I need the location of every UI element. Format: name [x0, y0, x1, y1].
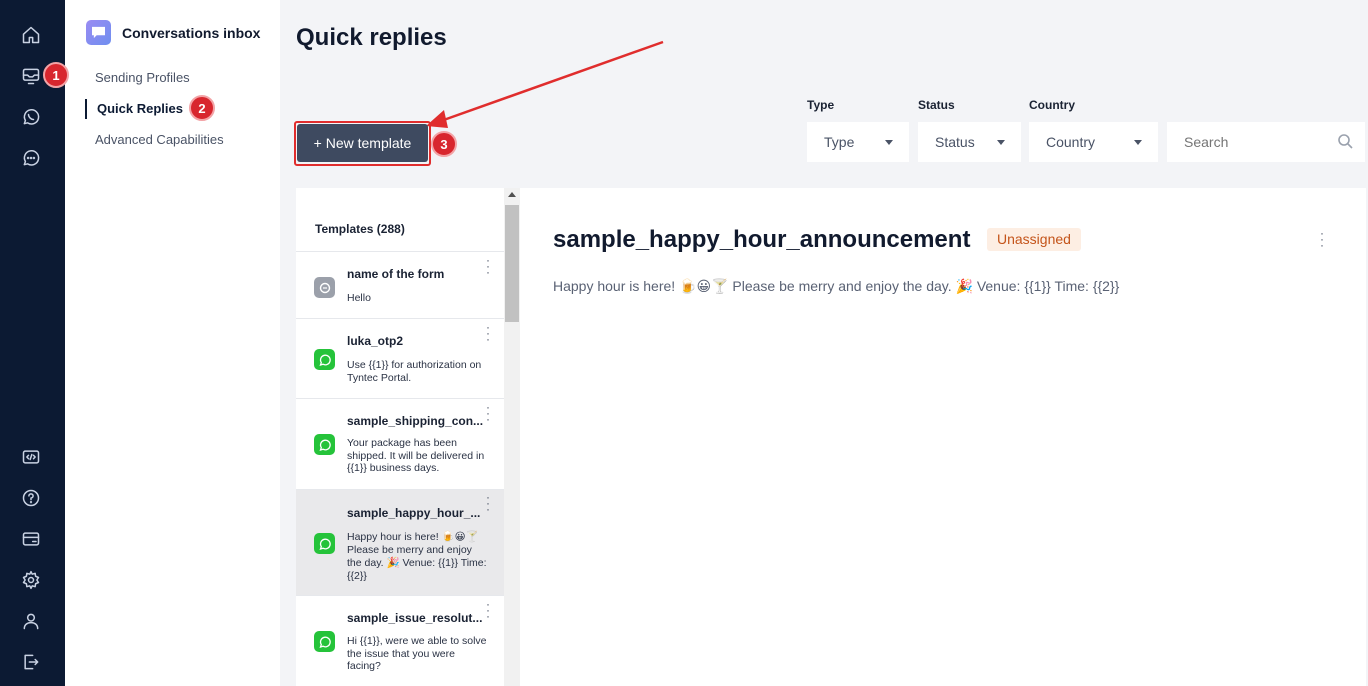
country-filter-label: Country [1029, 98, 1075, 112]
template-detail-body: Happy hour is here! 🍺😀🍸 Please be merry … [553, 278, 1120, 294]
template-preview: Your package has been shipped. It will b… [347, 437, 489, 475]
status-badge: Unassigned [987, 228, 1081, 251]
chevron-down-icon [885, 140, 893, 145]
conversations-logo-icon [86, 20, 111, 45]
template-preview-line: shipped. It will be delivered in [347, 449, 485, 462]
template-preview-line: Hi {{1}}, were we able to solve [347, 635, 487, 647]
annotation-badge-2: 2 [189, 95, 215, 121]
whatsapp-icon [314, 631, 335, 652]
annotation-badge-3: 3 [431, 131, 457, 157]
more-options-icon[interactable]: · · · [1318, 227, 1326, 251]
template-name: sample_issue_resolut... [347, 611, 483, 625]
icon-rail [0, 0, 65, 686]
subnav-item-sending-profiles[interactable]: Sending Profiles [85, 68, 190, 88]
chat-icon[interactable] [19, 146, 43, 170]
list-item[interactable]: · · · luka_otp2 Use {{1}} for authorizatio… [296, 320, 504, 399]
subnav-header: Conversations inbox [86, 20, 260, 45]
chevron-down-icon [997, 140, 1005, 145]
template-detail-title: sample_happy_hour_announcement [553, 226, 971, 253]
template-preview-line: Happy hour is here! 🍺😀🍸 [347, 531, 479, 543]
templates-list: Templates (288) · · · name of the form Hel… [296, 188, 504, 686]
templates-count: Templates (288) [315, 222, 405, 236]
template-preview-line: Tyntec Portal. [347, 371, 412, 384]
type-select[interactable]: Type [807, 122, 909, 162]
subnav-item-advanced-capabilities[interactable]: Advanced Capabilities [85, 130, 224, 150]
templates-list-header: Templates (288) [296, 188, 504, 252]
form-icon [314, 277, 335, 298]
secondary-nav: Conversations inbox Sending Profiles Qui… [65, 0, 280, 686]
template-detail-panel: sample_happy_hour_announcement Unassigne… [520, 188, 1366, 686]
list-item[interactable]: · · · sample_issue_resolut... Hi {{1}}, we… [296, 597, 504, 686]
template-preview-line: facing? [347, 660, 381, 672]
list-scrollbar[interactable] [504, 188, 520, 686]
billing-icon[interactable] [19, 527, 43, 551]
inbox-icon[interactable] [19, 64, 43, 88]
new-template-button[interactable]: + New template [297, 124, 428, 162]
template-preview-line: Your package has been [347, 437, 457, 449]
search-input[interactable] [1167, 122, 1365, 162]
whatsapp-icon[interactable] [19, 105, 43, 129]
type-select-value: Type [824, 134, 855, 150]
list-item[interactable]: · · · name of the form Hello [296, 253, 504, 319]
template-preview-line: {{2}} [347, 570, 367, 582]
template-name: name of the form [347, 267, 445, 281]
logout-icon[interactable] [19, 650, 43, 674]
help-icon[interactable] [19, 486, 43, 510]
template-preview: Use {{1}} for authorization on Tyntec Po… [347, 359, 489, 384]
template-name: sample_happy_hour_... [347, 506, 481, 520]
chevron-down-icon [1134, 140, 1142, 145]
whatsapp-icon [314, 349, 335, 370]
search-icon[interactable] [1337, 133, 1355, 151]
subnav-item-quick-replies[interactable]: Quick Replies [85, 99, 183, 119]
list-item[interactable]: · · · sample_shipping_con... Your package … [296, 400, 504, 490]
type-filter-label: Type [807, 98, 835, 112]
template-preview-line: Use {{1}} for authorization on [347, 359, 482, 371]
user-icon[interactable] [19, 609, 43, 633]
template-name: luka_otp2 [347, 334, 404, 348]
template-preview: Hi {{1}}, were we able to solve the issu… [347, 635, 489, 673]
list-item-selected[interactable]: · · · sample_happy_hour_... Happy hour is … [296, 490, 504, 596]
template-preview-line: Hello [347, 292, 371, 304]
whatsapp-icon [314, 533, 335, 554]
status-filter-label: Status [918, 98, 955, 112]
scroll-thumb[interactable] [505, 205, 519, 322]
template-preview-line: the day. 🎉 Venue: {{1}} Time: [347, 557, 487, 569]
scroll-up-icon[interactable] [508, 192, 516, 197]
template-preview-line: the issue that you were [347, 647, 455, 660]
status-select-value: Status [935, 134, 975, 150]
status-select[interactable]: Status [918, 122, 1021, 162]
home-icon[interactable] [19, 23, 43, 47]
subnav-title: Conversations inbox [122, 24, 261, 41]
page-title: Quick replies [296, 24, 447, 51]
code-icon[interactable] [19, 445, 43, 469]
annotation-badge-1: 1 [43, 62, 69, 88]
country-select[interactable]: Country [1029, 122, 1158, 162]
whatsapp-icon [314, 434, 335, 455]
template-preview-line: Please be merry and enjoy [347, 544, 472, 556]
annotation-arrow-icon [426, 40, 664, 128]
template-preview-line: {{1}} business days. [347, 462, 440, 474]
country-select-value: Country [1046, 134, 1096, 150]
template-preview: Hello [347, 292, 489, 305]
template-name: sample_shipping_con... [347, 414, 484, 428]
template-preview: Happy hour is here! 🍺😀🍸 Please be merry … [347, 531, 489, 583]
settings-icon[interactable] [19, 568, 43, 592]
